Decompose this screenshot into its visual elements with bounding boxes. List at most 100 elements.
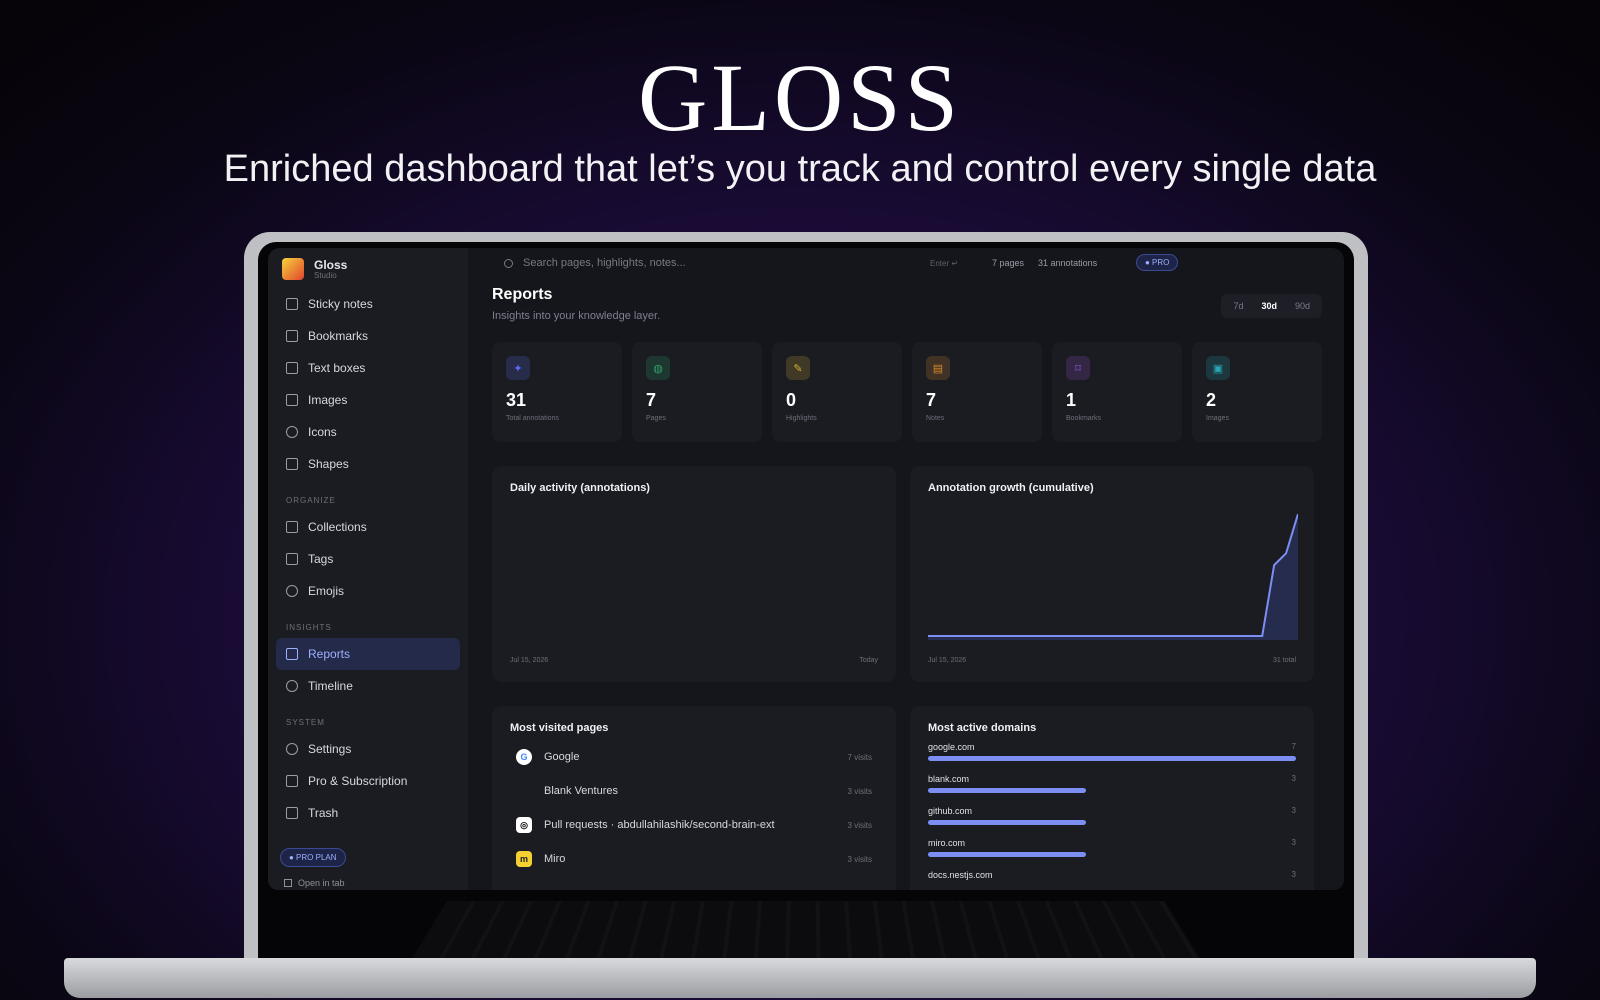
sidebar-item-collections[interactable]: Collections [276, 511, 460, 543]
sidebar-item-label: Text boxes [308, 361, 365, 375]
tag-icon [286, 553, 298, 565]
section-organize: ORGANIZE [276, 480, 460, 511]
pro-badge[interactable]: ● PRO [1136, 254, 1178, 271]
sidebar-item-images[interactable]: Images [276, 384, 460, 416]
sidebar-item-sticky-notes[interactable]: Sticky notes [276, 288, 460, 320]
app-screen: Gloss Studio Sticky notes Bookmarks Text… [268, 248, 1344, 890]
sidebar-item-tags[interactable]: Tags [276, 543, 460, 575]
sidebar-item-timeline[interactable]: Timeline [276, 670, 460, 702]
stat-card[interactable]: ◍ 7 Pages [632, 342, 762, 442]
section-insights: INSIGHTS [276, 607, 460, 638]
domain-count: 3 [1292, 806, 1296, 815]
domain-row[interactable]: blank.com 3 [928, 770, 1296, 802]
visit-page-name: Google [544, 751, 579, 763]
search-icon [504, 259, 513, 268]
search-input[interactable]: Search pages, highlights, notes... [523, 257, 686, 269]
stat-label: Bookmarks [1066, 415, 1168, 422]
sidebar-item-shapes[interactable]: Shapes [276, 448, 460, 480]
sidebar-item-icons[interactable]: Icons [276, 416, 460, 448]
sticky-note-icon [286, 298, 298, 310]
stat-card[interactable]: ▣ 2 Images [1192, 342, 1322, 442]
miro-icon: m [516, 851, 532, 867]
bookmark-icon [286, 330, 298, 342]
domain-name: blank.com [928, 770, 1296, 784]
range-90d[interactable]: 90d [1287, 298, 1318, 314]
stat-card[interactable]: ✎ 0 Highlights [772, 342, 902, 442]
sidebar-item-label: Bookmarks [308, 329, 368, 343]
domain-bar [928, 756, 1296, 761]
keyboard-reflection [411, 901, 1201, 960]
stat-value: 2 [1206, 390, 1308, 411]
main-content: Search pages, highlights, notes... Enter… [468, 248, 1344, 890]
sidebar-item-pro[interactable]: Pro & Subscription [276, 765, 460, 797]
sidebar-item-reports[interactable]: Reports [276, 638, 460, 670]
domain-name: google.com [928, 738, 1296, 752]
page-subtitle: Insights into your knowledge layer. [492, 310, 660, 322]
stat-card[interactable]: ▤ 7 Notes [912, 342, 1042, 442]
daily-activity-panel: Daily activity (annotations) Jul 15, 202… [492, 466, 896, 682]
sidebar-item-text-boxes[interactable]: Text boxes [276, 352, 460, 384]
brand-name: Gloss [314, 259, 347, 271]
external-link-icon [284, 879, 292, 887]
growth-title: Annotation growth (cumulative) [928, 482, 1296, 494]
most-visited-title: Most visited pages [510, 722, 878, 734]
pro-plan-badge[interactable]: ● PRO PLAN [280, 848, 346, 867]
sidebar-item-settings[interactable]: Settings [276, 733, 460, 765]
range-30d[interactable]: 30d [1253, 298, 1285, 314]
range-7d[interactable]: 7d [1225, 298, 1251, 314]
stat-card[interactable]: ⌑ 1 Bookmarks [1052, 342, 1182, 442]
visit-page-name: Blank Ventures [544, 785, 618, 797]
domain-bar [928, 852, 1086, 857]
emoji-icon [286, 585, 298, 597]
hero-subtitle: Enriched dashboard that let’s you track … [0, 148, 1600, 191]
trash-icon [286, 807, 298, 819]
stat-card[interactable]: ✦ 31 Total annotations [492, 342, 622, 442]
pages-count: 7 pages [992, 258, 1024, 268]
list-item[interactable]: ◎ Pull requests · abdullahilashik/second… [510, 808, 878, 842]
domain-row[interactable]: google.com 7 [928, 738, 1296, 770]
growth-x-end: 31 total [1273, 657, 1296, 664]
stat-value: 1 [1066, 390, 1168, 411]
domain-count: 3 [1292, 870, 1296, 879]
bar-chart-icon [286, 648, 298, 660]
sidebar-item-label: Timeline [308, 679, 353, 693]
image-icon [286, 394, 298, 406]
growth-x-start: Jul 15, 2026 [928, 657, 966, 664]
domain-row[interactable]: github.com 3 [928, 802, 1296, 834]
list-item[interactable]: Blank Ventures 3 visits [510, 774, 878, 808]
crown-icon [286, 775, 298, 787]
page-title: Reports [492, 286, 552, 304]
enter-hint: Enter ↵ [930, 259, 958, 268]
domain-row[interactable]: miro.com 3 [928, 834, 1296, 866]
stat-label: Pages [646, 415, 748, 422]
sidebar-item-label: Collections [308, 520, 367, 534]
blank-icon [516, 783, 532, 799]
brand[interactable]: Gloss Studio [276, 254, 460, 284]
sidebar-item-bookmarks[interactable]: Bookmarks [276, 320, 460, 352]
list-item[interactable]: G Google 7 visits [510, 740, 878, 774]
nav-main: Sticky notes Bookmarks Text boxes Images… [276, 288, 460, 480]
sidebar-item-label: Shapes [308, 457, 349, 471]
stat-value: 31 [506, 390, 608, 411]
laptop-base [64, 958, 1536, 998]
visit-page-name: Miro [544, 853, 565, 865]
daily-x-start: Jul 15, 2026 [510, 657, 548, 664]
folder-icon [286, 521, 298, 533]
domain-name: docs.nestjs.com [928, 866, 1296, 880]
domain-row[interactable]: docs.nestjs.com 3 [928, 866, 1296, 890]
sidebar-item-label: Images [308, 393, 347, 407]
sidebar-item-trash[interactable]: Trash [276, 797, 460, 829]
note-icon: ▤ [926, 356, 950, 380]
list-item[interactable]: m Miro 3 visits [510, 842, 878, 876]
annotations-count: 31 annotations [1038, 258, 1097, 268]
domain-bar [928, 820, 1086, 825]
smiley-icon [286, 426, 298, 438]
sidebar-item-label: Sticky notes [308, 297, 373, 311]
sidebar-item-label: Reports [308, 647, 350, 661]
visit-count: 3 visits [848, 855, 872, 864]
stat-value: 0 [786, 390, 888, 411]
stat-value: 7 [646, 390, 748, 411]
open-in-tab-link[interactable]: Open in tab [284, 878, 345, 888]
visit-count: 3 visits [848, 821, 872, 830]
sidebar-item-emojis[interactable]: Emojis [276, 575, 460, 607]
